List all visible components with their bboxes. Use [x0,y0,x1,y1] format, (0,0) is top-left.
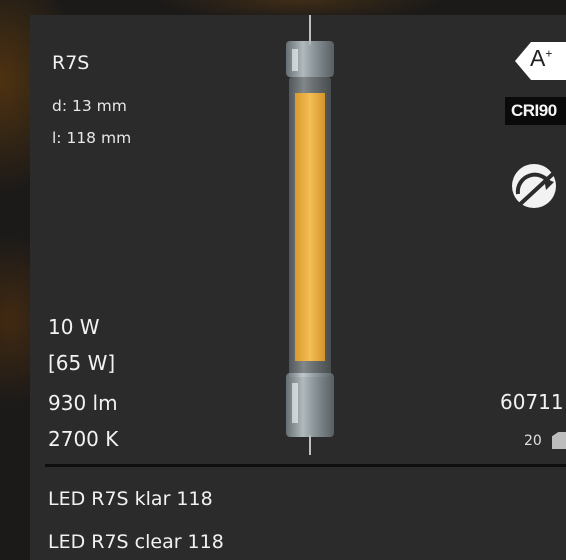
divider [45,464,566,467]
r7s-lamp-image [286,15,334,455]
product-name-de: LED R7S klar 118 [48,488,213,510]
length-spec: l: 118 mm [52,129,132,147]
energy-class-letter: A [530,45,546,71]
cri-badge-icon: CRI90 [505,97,566,125]
energy-class: A+ [530,45,552,72]
box-icon [552,432,566,449]
pack-quantity: 20 [524,433,542,449]
product-panel: R7S d: 13 mm l: 118 mm 10 W [65 W] 930 l… [30,15,566,560]
lumen-value: 930 lm [48,391,118,415]
not-dimmable-icon [512,159,566,210]
energy-class-plus: + [545,46,553,61]
product-code: R7S [52,52,90,74]
power-value: 10 W [48,315,100,339]
color-temperature: 2700 K [48,427,119,451]
article-number: 60711 [500,390,564,414]
equivalent-power: [65 W] [48,351,116,375]
product-name-en: LED R7S clear 118 [48,531,224,553]
diameter-spec: d: 13 mm [52,97,127,115]
